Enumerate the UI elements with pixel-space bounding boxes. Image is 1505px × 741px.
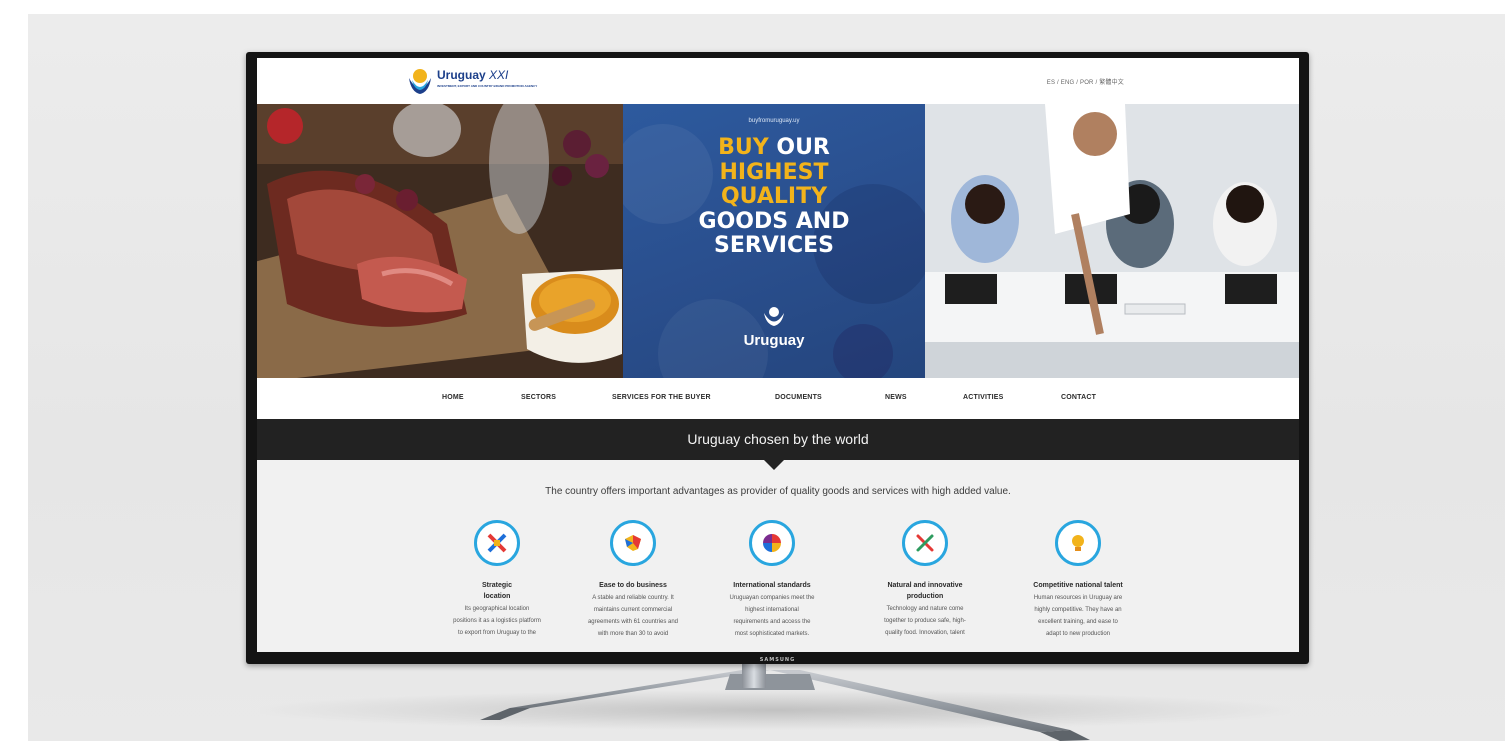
buy-from-uruguay-panel: buyfromuruguay.uy BUY OUR HIGHEST QUALIT… <box>623 104 925 378</box>
globe-quadrant-icon <box>763 534 781 552</box>
uruguay-xxi-logo[interactable]: Uruguay XXI INVESTMENT, EXPORT AND COUNT… <box>407 64 547 100</box>
steak-honey-illustration <box>257 104 623 378</box>
feature-description: Human resources in Uruguay are highly com… <box>1033 595 1123 637</box>
nav-contact[interactable]: CONTACT <box>1061 394 1096 401</box>
feature-strategic-location[interactable]: Strategic location Its geographical locat… <box>432 520 562 639</box>
uruguay-brand-label: Uruguay <box>743 332 805 349</box>
feature-description: Uruguayan companies meet the highest inte… <box>729 595 815 637</box>
logo-name: Uruguay XXI <box>437 68 509 82</box>
hero-banner: buyfromuruguay.uy BUY OUR HIGHEST QUALIT… <box>257 104 1299 378</box>
feature-icon-circle <box>902 520 948 566</box>
feature-title: Strategic location <box>482 582 512 600</box>
uruguay-brand-icon <box>764 307 784 326</box>
feature-title: International standards <box>733 582 811 589</box>
language-switcher[interactable]: ES / ENG / POR / 繁體中文 <box>1047 77 1124 86</box>
logo-tagline: INVESTMENT, EXPORT AND COUNTRY BRAND PRO… <box>437 84 538 88</box>
feature-international-standards[interactable]: International standards Uruguayan compan… <box>707 520 837 640</box>
feature-competitive-national-talent[interactable]: Competitive national talent Human resour… <box>1013 520 1143 640</box>
feature-description: A stable and reliable country. It maintai… <box>587 595 679 637</box>
feature-icon-circle <box>474 520 520 566</box>
sun-emblem-icon <box>409 69 431 94</box>
lightbulb-icon <box>1072 535 1084 551</box>
feature-description: Its geographical location positions it as… <box>453 606 541 636</box>
feature-icon-circle <box>1055 520 1101 566</box>
feature-icon-circle <box>610 520 656 566</box>
site-header: Uruguay XXI INVESTMENT, EXPORT AND COUNT… <box>257 58 1299 104</box>
arrows-cross-icon <box>487 533 507 553</box>
nav-documents[interactable]: DOCUMENTS <box>775 394 822 401</box>
feature-title: Natural and innovative production <box>887 582 963 600</box>
country-map-icon <box>625 535 641 551</box>
feature-title: Competitive national talent <box>1033 582 1123 589</box>
office-photo <box>925 104 1299 378</box>
tv-stand-neck <box>742 664 766 688</box>
tv-frame: Uruguay XXI INVESTMENT, EXPORT AND COUNT… <box>246 52 1309 664</box>
section-title: Uruguay chosen by the world <box>687 431 869 447</box>
feature-title: Ease to do business <box>599 582 667 589</box>
main-navigation: HOME SECTORS SERVICES FOR THE BUYER DOCU… <box>257 378 1299 419</box>
section-band: Uruguay chosen by the world <box>257 419 1299 460</box>
feature-ease-to-do-business[interactable]: Ease to do business A stable and reliabl… <box>568 520 698 640</box>
intro-text: The country offers important advantages … <box>545 486 1011 497</box>
feature-icon-circle <box>749 520 795 566</box>
nav-services-for-the-buyer[interactable]: SERVICES FOR THE BUYER <box>612 394 711 401</box>
band-pointer-arrow <box>764 460 784 470</box>
tv-stand <box>480 670 1090 741</box>
hero-headline: BUY OUR HIGHEST QUALITY GOODS AND SERVIC… <box>698 135 850 258</box>
nav-sectors[interactable]: SECTORS <box>521 394 556 401</box>
office-workers-illustration <box>925 104 1299 378</box>
feature-description: Technology and nature come together to pr… <box>884 606 966 636</box>
feature-natural-innovative-production[interactable]: Natural and innovative production Technol… <box>860 520 990 639</box>
tv-brand-label: SAMSUNG <box>759 657 796 663</box>
nav-activities[interactable]: ACTIVITIES <box>963 394 1004 401</box>
nav-home[interactable]: HOME <box>442 394 464 401</box>
food-photo <box>257 104 623 378</box>
crossed-tools-icon <box>916 534 934 552</box>
website-screen: Uruguay XXI INVESTMENT, EXPORT AND COUNT… <box>257 58 1299 652</box>
nav-news[interactable]: NEWS <box>885 394 907 401</box>
buy-from-uruguay-url[interactable]: buyfromuruguay.uy <box>623 118 925 124</box>
